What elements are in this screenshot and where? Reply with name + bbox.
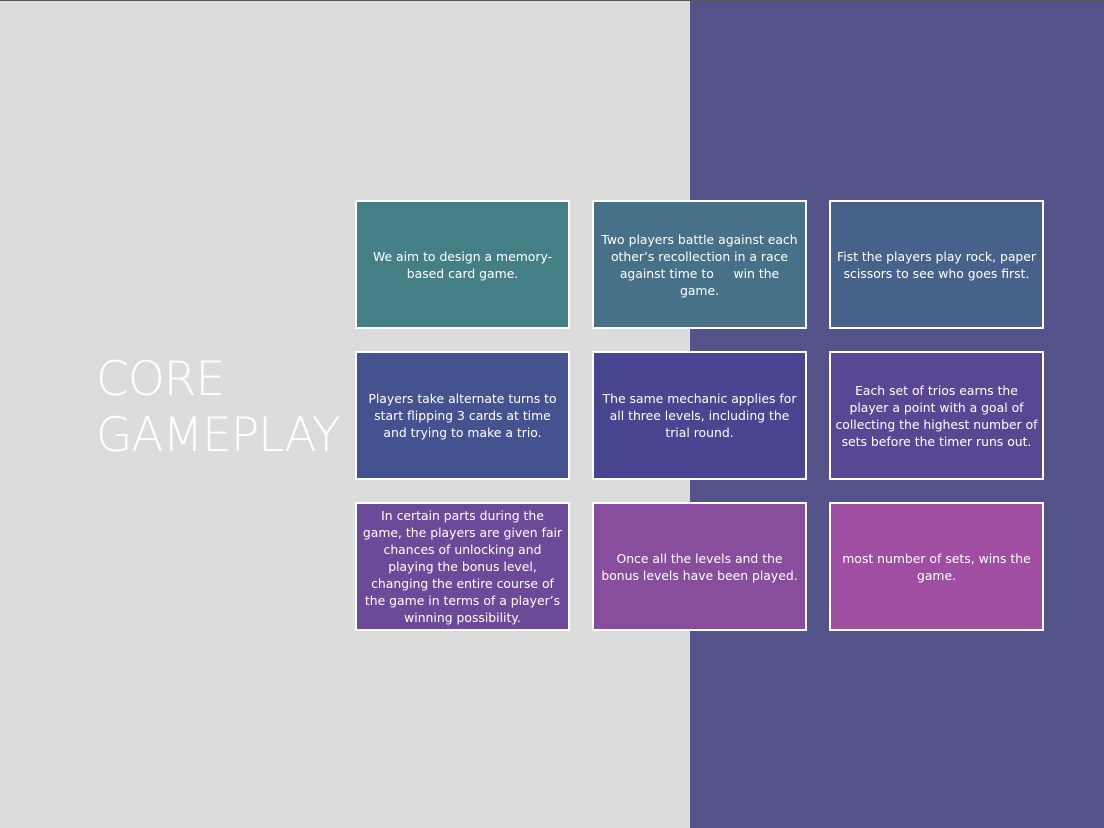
gameplay-card-6: Each set of trios earns the player a poi… (829, 351, 1044, 480)
gameplay-card-1-text: We aim to design a memory-based card gam… (372, 248, 553, 281)
gameplay-card-9: most number of sets, wins the game. (829, 502, 1044, 631)
gameplay-card-8-text: Once all the levels and the bonus levels… (601, 550, 798, 583)
gameplay-card-1: We aim to design a memory-based card gam… (355, 200, 570, 329)
gameplay-card-5-text: The same mechanic applies for all three … (602, 391, 797, 440)
gameplay-card-7: In certain parts during the game, the pl… (355, 502, 570, 631)
gameplay-card-8: Once all the levels and the bonus levels… (592, 502, 807, 631)
gameplay-card-4: Players take alternate turns to start fl… (355, 351, 570, 480)
gameplay-card-2-text: Two players battle against each other’s … (601, 231, 802, 298)
gameplay-card-5: The same mechanic applies for all three … (592, 351, 807, 480)
gameplay-card-3: Fist the players play rock, paper scisso… (829, 200, 1044, 329)
presentation-slide: CORE GAMEPLAY We aim to design a memory-… (0, 0, 1104, 828)
gameplay-card-2: Two players battle against each other’s … (592, 200, 807, 329)
slide-title: CORE GAMEPLAY (96, 352, 356, 464)
gameplay-card-9-text: most number of sets, wins the game. (842, 550, 1031, 583)
gameplay-card-4-text: Players take alternate turns to start fl… (368, 391, 557, 440)
slide-title-line-2: GAMEPLAY (96, 408, 341, 463)
gameplay-card-7-text: In certain parts during the game, the pl… (362, 508, 563, 625)
gameplay-card-6-text: Each set of trios earns the player a poi… (835, 382, 1038, 449)
gameplay-card-3-text: Fist the players play rock, paper scisso… (836, 248, 1037, 281)
slide-title-line-1: CORE (96, 352, 225, 407)
